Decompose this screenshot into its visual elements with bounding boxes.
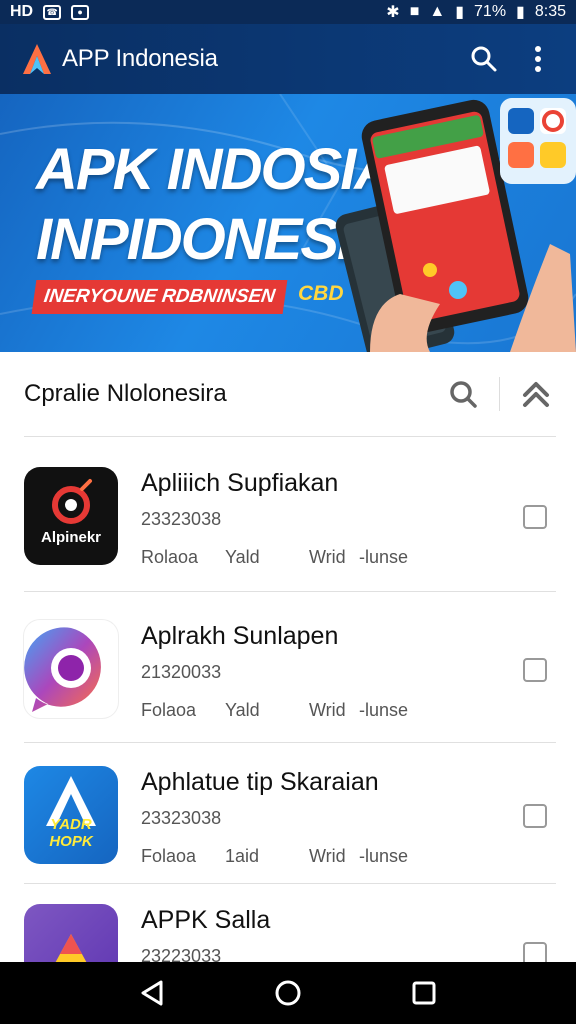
collapse-button[interactable] [516, 374, 556, 414]
signal-icon: ▮ [455, 4, 465, 21]
app-bar: APP Indonesia [0, 24, 576, 94]
bluetooth-icon: ✱ [386, 4, 400, 21]
meta-1: Folaoa [141, 700, 197, 720]
meta-1: Rolaoa [141, 547, 199, 567]
meta-3: Wrid [309, 700, 346, 720]
meta-2: 1aid [225, 846, 260, 866]
wifi-icon: ▲ [429, 3, 446, 20]
app-icon: YADR HOPK [24, 766, 118, 864]
select-checkbox[interactable] [523, 804, 547, 828]
select-checkbox[interactable] [523, 505, 547, 529]
vibrate-icon: ■ [409, 3, 420, 20]
battery-percent: 71% [474, 3, 507, 20]
system-nav-bar [0, 962, 576, 1024]
recents-square-icon [412, 981, 436, 1005]
meta-1: Folaoa [141, 846, 197, 866]
back-triangle-icon [141, 980, 163, 1006]
app-icon: Alpinekr [24, 467, 118, 565]
search-icon [450, 381, 477, 408]
app-icon-label: Alpinekr [40, 529, 101, 546]
list-item[interactable]: Aplrakh Sunlapen 21320033 Folaoa Yald Wrid… [0, 590, 576, 740]
app-title: APPK Salla [141, 906, 271, 934]
app-title: Apliiich Supfiakan [141, 469, 339, 497]
battery-icon: ▮ [516, 4, 525, 21]
list-item[interactable]: APPK Salla 23223033 [0, 874, 576, 962]
meta-4: -lunse [359, 700, 409, 720]
home-button[interactable] [266, 971, 310, 1015]
section-toolbar: Cpralie Nlolonesira [0, 352, 576, 436]
app-meta: Folaoa 1aid Wrid -lunse [141, 846, 408, 867]
meta-2: Yald [225, 547, 260, 567]
recents-button[interactable] [402, 971, 446, 1015]
app-title: APP Indonesia [62, 45, 218, 72]
back-button[interactable] [130, 971, 174, 1015]
hd-indicator: HD [10, 3, 34, 20]
toolbar-separator [499, 377, 500, 411]
app-logo-icon [55, 934, 87, 962]
promo-banner[interactable]: APK INDOSIA INPIDONESIA INERYOUNE RDBNIN… [0, 94, 576, 352]
phones-illustration [335, 98, 576, 352]
list-item[interactable]: Alpinekr Apliiich Supfiakan 23323038 Rol… [0, 437, 576, 587]
app-icon-label: YADR HOPK [49, 816, 93, 850]
meta-2: Yald [225, 700, 260, 720]
section-title: Cpralie Nlolonesira [24, 380, 227, 407]
app-icon [24, 620, 118, 718]
status-bar-right: ✱ ■ ▲ ▮ 71% ▮ 8:35 [386, 2, 566, 22]
app-title: Aplrakh Sunlapen [141, 622, 339, 650]
app-id: 23323038 [141, 509, 222, 529]
status-bar-left: HD ☎ ● [10, 3, 90, 21]
select-checkbox[interactable] [523, 942, 547, 962]
clock: 8:35 [534, 3, 566, 20]
app-logo-icon [23, 44, 51, 74]
double-chevron-up-icon [523, 382, 549, 407]
home-circle-icon [275, 980, 301, 1006]
app-logo-icon [52, 479, 92, 524]
app-icon [24, 904, 118, 962]
search-button[interactable] [462, 37, 506, 81]
app-id: 21320033 [141, 662, 222, 682]
search-icon [471, 46, 497, 72]
app-logo-icon [24, 627, 101, 712]
app-id: 23223033 [141, 946, 222, 962]
select-checkbox[interactable] [523, 658, 547, 682]
status-bar: HD ☎ ● ✱ ■ ▲ ▮ 71% ▮ 8:35 [0, 0, 576, 24]
app-meta: Rolaoa Yald Wrid -lunse [141, 547, 408, 568]
banner-ribbon: INERYOUNE RDBNINSEN [31, 280, 288, 314]
more-vert-icon [535, 46, 541, 72]
app-notification-icon: ● [71, 4, 90, 20]
meta-4: -lunse [359, 547, 409, 567]
meta-3: Wrid [309, 846, 346, 866]
section-search-button[interactable] [443, 374, 483, 414]
phone-icon: ☎ [43, 4, 62, 20]
list-item[interactable]: YADR HOPK Aphlatue tip Skaraian 23323038… [0, 736, 576, 886]
app-meta: Folaoa Yald Wrid -lunse [141, 700, 408, 721]
meta-4: -lunse [359, 846, 409, 866]
app-id: 23323038 [141, 808, 222, 828]
more-options-button[interactable] [516, 37, 560, 81]
app-title: Aphlatue tip Skaraian [141, 768, 379, 796]
meta-3: Wrid [309, 547, 346, 567]
